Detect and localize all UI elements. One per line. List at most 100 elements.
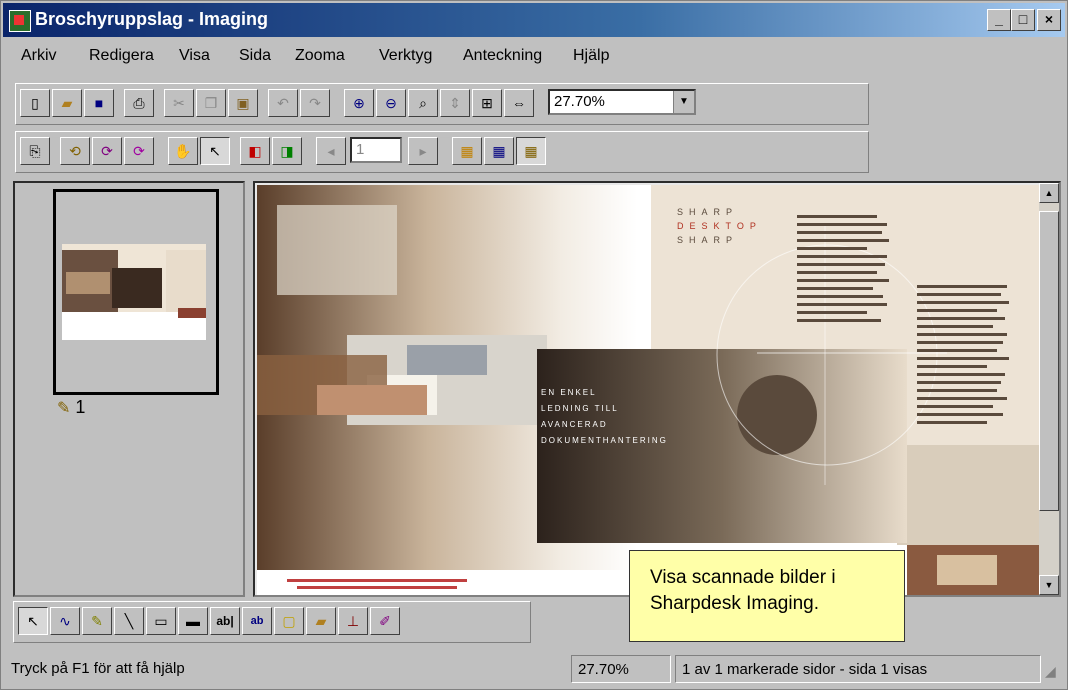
vertical-scrollbar[interactable]: ▲ ▼ — [1039, 183, 1059, 595]
brochure-overlay-line-3: AVANCERAD — [541, 420, 608, 429]
clipboard-icon: ▣ — [236, 94, 250, 111]
print-button[interactable]: ⎙ — [124, 89, 154, 117]
text-from-file-button[interactable]: ab — [242, 607, 272, 635]
fit-width-icon: ⇔ — [512, 95, 526, 111]
freehand-line-button[interactable]: ∿ — [50, 607, 80, 635]
paste-button[interactable]: ▣ — [228, 89, 258, 117]
text-button[interactable]: ab| — [210, 607, 240, 635]
filled-rect-button[interactable]: ▬ — [178, 607, 208, 635]
new-file-icon: ▯ — [31, 94, 39, 111]
zoom-rect-button[interactable]: ⌕ — [408, 89, 438, 117]
one-page-icon: ▦ — [460, 142, 474, 159]
best-fit-button[interactable]: ⊞ — [472, 89, 502, 117]
zoom-out-icon: ⊖ — [385, 94, 397, 111]
prev-doc-button[interactable]: ◧ — [240, 137, 270, 165]
scroll-down-icon[interactable]: ▼ — [1039, 575, 1059, 595]
close-button[interactable]: × — [1037, 9, 1061, 31]
document-view[interactable]: SHARP DESKTOP SHARP EN ENKEL LEDNING TIL… — [253, 181, 1061, 597]
menu-anteckning[interactable]: Anteckning — [463, 47, 542, 65]
window-title: Broschyruppslag - Imaging — [35, 9, 269, 29]
annotation-properties-button[interactable]: ✐ — [370, 607, 400, 635]
redo-icon: ↷ — [309, 94, 321, 111]
scroll-up-icon[interactable]: ▲ — [1039, 183, 1059, 203]
menu-verktyg[interactable]: Verktyg — [379, 47, 432, 65]
menu-visa[interactable]: Visa — [179, 47, 210, 65]
next-page-icon: ▸ — [419, 142, 427, 159]
menu-arkiv[interactable]: Arkiv — [21, 47, 57, 65]
menu-sida[interactable]: Sida — [239, 47, 271, 65]
straight-line-button[interactable]: ╲ — [114, 607, 144, 635]
arrow-cursor-icon: ↖ — [209, 142, 221, 159]
fit-button[interactable]: ⇕ — [440, 89, 470, 117]
copy-button[interactable]: ❐ — [196, 89, 226, 117]
zoom-combo[interactable]: 27.70% ▼ — [548, 89, 696, 115]
flip-icon: ⟳ — [133, 142, 145, 159]
thumbnail-preview — [62, 244, 206, 340]
highlighter-button[interactable]: ✎ — [82, 607, 112, 635]
green-page-icon: ◨ — [280, 142, 294, 159]
open-button[interactable]: ▰ — [52, 89, 82, 117]
arrow-cursor-icon: ↖ — [27, 612, 39, 629]
page-thumbnail[interactable] — [53, 189, 219, 395]
maximize-button[interactable]: □ — [1011, 9, 1035, 31]
prev-page-button[interactable]: ◂ — [316, 137, 346, 165]
main-toolbar: ▯ ▰ ■ ⎙ ✂ ❐ ▣ ↶ ↷ ⊕ ⊖ ⌕ ⇕ ⊞ ⇔ 27.70% ▼ — [15, 83, 869, 125]
text-file-icon: ab — [250, 615, 264, 627]
new-document-button[interactable]: ▯ — [20, 89, 50, 117]
zoom-in-button[interactable]: ⊕ — [344, 89, 374, 117]
annotation-toolbar: ↖ ∿ ✎ ╲ ▭ ▬ ab| ab ▢ ▰ ⊥ ✐ — [13, 601, 531, 643]
pan-button[interactable]: ✋ — [168, 137, 198, 165]
cut-button[interactable]: ✂ — [164, 89, 194, 117]
minimize-button[interactable]: _ — [987, 9, 1011, 31]
freehand-icon: ∿ — [59, 612, 71, 629]
brochure-heading-3: SHARP — [677, 235, 738, 245]
status-page-info: 1 av 1 markerade sidor - sida 1 visas — [675, 655, 1041, 683]
status-bar: Tryck på F1 för att få hjälp 27.70% 1 av… — [3, 653, 1065, 687]
undo-icon: ↶ — [277, 94, 289, 111]
save-button[interactable]: ■ — [84, 89, 114, 117]
chevron-down-icon[interactable]: ▼ — [673, 91, 694, 113]
attach-note-button[interactable]: ▢ — [274, 607, 304, 635]
fit-icon: ⇕ — [449, 94, 461, 111]
highlighter-icon: ✎ — [91, 612, 103, 629]
thumbnail-view-button[interactable]: ▦ — [484, 137, 514, 165]
title-bar: Broschyruppslag - Imaging _ □ × — [3, 3, 1065, 37]
zoom-in-icon: ⊕ — [353, 94, 365, 111]
zoom-out-button[interactable]: ⊖ — [376, 89, 406, 117]
menu-redigera[interactable]: Redigera — [89, 47, 154, 65]
callout-line-1: Visa scannade bilder i — [650, 567, 836, 588]
brochure-overlay-line-1: EN ENKEL — [541, 388, 597, 397]
select-button[interactable]: ↖ — [200, 137, 230, 165]
redo-button[interactable]: ↷ — [300, 89, 330, 117]
page-and-thumbs-icon: ▦ — [524, 142, 538, 159]
menu-zooma[interactable]: Zooma — [295, 47, 345, 65]
page-number-field[interactable]: 1 — [350, 137, 402, 163]
rotate-left-button[interactable]: ⟲ — [60, 137, 90, 165]
brochure-image: SHARP DESKTOP SHARP EN ENKEL LEDNING TIL… — [257, 185, 1041, 595]
flip-button[interactable]: ⟳ — [124, 137, 154, 165]
annotation-select-button[interactable]: ↖ — [18, 607, 48, 635]
next-doc-button[interactable]: ◨ — [272, 137, 302, 165]
rotate-right-button[interactable]: ⟳ — [92, 137, 122, 165]
thumbnail-page-number: 1 — [75, 397, 86, 417]
rotate-left-icon: ⟲ — [69, 142, 81, 159]
image-annotation-button[interactable]: ▰ — [306, 607, 336, 635]
line-icon: ╲ — [124, 612, 134, 629]
one-page-view-button[interactable]: ▦ — [452, 137, 482, 165]
scanned-brochure: SHARP DESKTOP SHARP EN ENKEL LEDNING TIL… — [257, 185, 1041, 595]
stamp-button[interactable]: ⊥ — [338, 607, 368, 635]
undo-button[interactable]: ↶ — [268, 89, 298, 117]
next-page-button[interactable]: ▸ — [408, 137, 438, 165]
fit-width-button[interactable]: ⇔ — [504, 89, 534, 117]
hollow-rect-button[interactable]: ▭ — [146, 607, 176, 635]
scroll-thumb[interactable] — [1039, 211, 1059, 511]
page-thumbnail-view-button[interactable]: ▦ — [516, 137, 546, 165]
brochure-overlay-line-4: DOKUMENTHANTERING — [541, 436, 668, 445]
copy-icon: ❐ — [204, 94, 218, 111]
scan-button[interactable]: ⎘ — [20, 137, 50, 165]
text-icon: ab| — [216, 614, 234, 628]
zoom-value: 27.70% — [554, 93, 605, 110]
resize-grip-icon[interactable]: ◢ — [1045, 663, 1056, 680]
menu-hjalp[interactable]: Hjälp — [573, 47, 609, 65]
menu-bar: Arkiv Redigera Visa Sida Zooma Verktyg A… — [3, 39, 1065, 75]
